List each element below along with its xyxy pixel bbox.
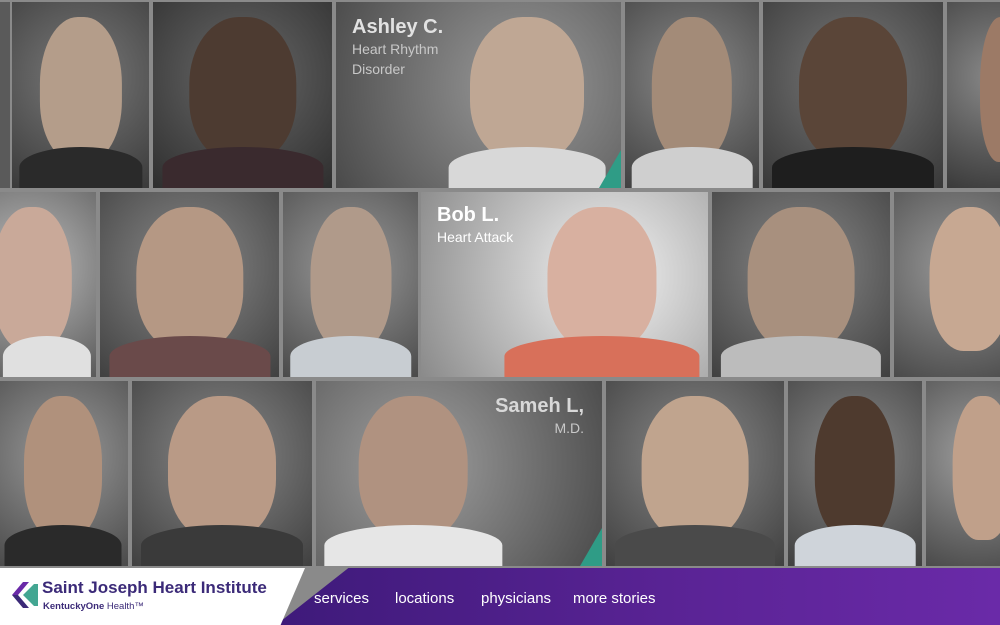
kentuckyone-logo-icon: [12, 582, 38, 608]
portrait-clothing: [108, 336, 271, 377]
portrait-clothing: [324, 525, 502, 566]
brand-name[interactable]: Saint Joseph Heart Institute: [42, 578, 267, 598]
footer-bar: Saint Joseph Heart Institute KentuckyOne…: [0, 568, 1000, 625]
story-caption: Bob L. Heart Attack: [437, 204, 513, 247]
nav-services[interactable]: services: [314, 590, 369, 607]
portrait-tile[interactable]: [12, 2, 149, 188]
portrait-clothing: [614, 525, 776, 566]
story-name: Sameh L,: [495, 395, 584, 417]
story-condition: Heart Attack: [437, 229, 514, 245]
portrait-face: [929, 206, 1000, 352]
nav-more-stories[interactable]: more stories: [573, 590, 656, 607]
portrait-tile[interactable]: [763, 2, 943, 188]
portrait-face: [469, 16, 584, 162]
portrait-tile[interactable]: [132, 381, 312, 566]
portrait-tile[interactable]: [100, 192, 279, 377]
portrait-tile[interactable]: [712, 192, 890, 377]
portrait-tile[interactable]: [606, 381, 784, 566]
portrait-clothing: [289, 336, 412, 377]
portrait-tile[interactable]: [0, 192, 96, 377]
portrait-tile[interactable]: [894, 192, 1000, 377]
portrait-face: [188, 16, 297, 162]
portrait-tile[interactable]: [283, 192, 418, 377]
nav-locations[interactable]: locations: [395, 590, 454, 607]
portrait-clothing: [631, 147, 753, 188]
portrait-clothing: [2, 336, 92, 377]
portrait-clothing: [504, 336, 700, 377]
brand-subtitle-bold: KentuckyOne: [43, 601, 105, 612]
portrait-face: [814, 395, 896, 541]
portrait-face: [980, 16, 1000, 162]
portrait-face: [747, 206, 855, 352]
portrait-tile[interactable]: [0, 2, 10, 188]
story-name: Ashley C.: [352, 16, 444, 38]
nav-physicians[interactable]: physicians: [481, 590, 551, 607]
brand-subtitle-rest: Health™: [104, 601, 144, 612]
portrait-clothing: [4, 525, 122, 566]
portrait-face: [358, 395, 468, 541]
portrait-clothing: [794, 525, 916, 566]
portrait-face: [799, 16, 907, 162]
portrait-clothing: [141, 525, 303, 566]
portrait-face: [0, 206, 72, 352]
portrait-clothing: [448, 147, 606, 188]
portrait-tile[interactable]: [625, 2, 759, 188]
story-tile-sameh[interactable]: Sameh L, M.D.: [316, 381, 602, 566]
portrait-tile[interactable]: [0, 381, 128, 566]
portrait-clothing: [772, 147, 934, 188]
portrait-clothing: [161, 147, 324, 188]
story-name: Bob L.: [437, 204, 500, 226]
story-condition: Disorder: [352, 61, 405, 78]
portrait-face: [641, 395, 749, 541]
accent-triangle: [599, 150, 621, 188]
portrait-face: [39, 16, 122, 162]
story-tile-bob[interactable]: Bob L. Heart Attack: [421, 192, 708, 377]
portrait-tile[interactable]: [153, 2, 332, 188]
footer-brand-panel: Saint Joseph Heart Institute KentuckyOne…: [0, 568, 305, 625]
accent-triangle: [580, 528, 602, 566]
portrait-face: [135, 206, 244, 352]
story-caption: Sameh L, M.D.: [495, 395, 584, 438]
portrait-tile[interactable]: [926, 381, 1000, 566]
portrait-tile[interactable]: [788, 381, 922, 566]
story-caption: Ashley C. Heart Rhythm Disorder: [352, 16, 443, 80]
portrait-face: [651, 16, 733, 162]
portrait-face: [24, 395, 102, 541]
portrait-clothing: [720, 336, 882, 377]
story-condition: M.D.: [554, 420, 584, 436]
brand-subtitle: KentuckyOne Health™: [43, 601, 144, 612]
story-condition: Heart Rhythm: [352, 41, 439, 57]
portrait-tile[interactable]: [947, 2, 1000, 188]
story-tile-ashley[interactable]: Ashley C. Heart Rhythm Disorder: [336, 2, 621, 188]
portrait-face: [310, 206, 391, 352]
portrait-clothing: [18, 147, 143, 188]
portrait-face: [168, 395, 276, 541]
portrait-face: [547, 206, 657, 352]
portrait-face: [952, 395, 1000, 541]
